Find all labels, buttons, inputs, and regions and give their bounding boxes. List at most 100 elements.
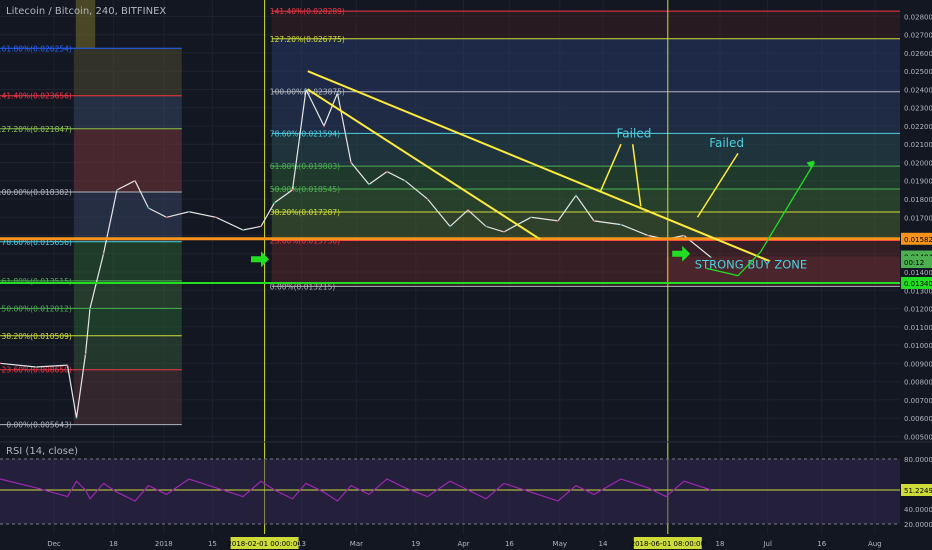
price-chart[interactable]: 161.80%(0.026254) 141.40%(0.023656) 127.20… [0,0,932,550]
price-point [116,189,118,191]
price-point [467,209,469,211]
price-point [305,88,307,91]
fib-band-left [73,95,182,129]
price-point [683,234,685,237]
fib-label-right: 78.60%(0.021594) [270,129,340,138]
time-label: Mar [350,540,363,548]
rsi-tick: 20.0000 [904,521,932,529]
fib-band-right [271,11,900,39]
price-badge-text: 0.015821 [904,236,932,244]
fib-label-right: 127.20%(0.026775) [270,35,345,44]
time-label: 15 [208,540,217,548]
fib-label-right: 50.00%(0.018545) [270,185,340,194]
chart-title: Litecoin / Bitcoin, 240, BITFINEX [6,6,167,17]
fib-label-left: 38.20%(0.010509) [2,332,72,341]
time-label: 18 [716,540,725,548]
price-tick: 0.017000 [904,214,932,222]
price-tick: 0.008000 [904,379,932,387]
price-tick: 0.024000 [904,86,932,94]
fib-band-left [73,280,182,309]
price-tick: 0.023000 [904,105,932,113]
fib-label-left: 0.00%(0.005643) [6,421,72,430]
fib-label-right: 141.40%(0.028289) [270,7,345,16]
price-tick: 0.006000 [904,415,932,423]
price-point [242,229,244,231]
price-point [273,201,276,204]
rsi-band [0,459,900,524]
price-tick: 0.012000 [904,306,932,314]
fib-band-left [73,369,182,425]
price-tick: 0.011000 [904,324,932,332]
time-label: 2018-02-01 00:00:00 [227,540,301,548]
price-point [503,231,505,233]
fib-label-right: 61.80%(0.019803) [270,162,340,171]
time-label: Jul [762,540,772,548]
fib-band-right [271,133,900,167]
price-point [188,210,190,213]
rsi-tick: 80.0000 [904,456,932,464]
rsi-value: 51.2249 [904,487,932,495]
price-point [89,307,91,310]
time-label: Dec [47,540,61,548]
time-label: 19 [411,540,420,548]
price-point [75,417,78,419]
price-point [368,183,370,186]
price-badge-text: 00:12 [904,259,924,267]
price-tick: 0.020000 [904,159,932,167]
failed-label: Failed [709,136,744,150]
fib-label-left: 50.00%(0.012012) [2,304,72,313]
price-tick: 0.026000 [904,50,932,58]
price-point [260,225,262,228]
price-badge-text: 0.013400 [904,280,932,288]
time-label: 2018-06-01 08:00:00 [631,540,705,548]
fib-label-right: 38.20%(0.017287) [270,208,340,217]
price-point [449,225,451,228]
price-tick: 0.009000 [904,360,932,368]
price-point [386,170,388,173]
price-point [291,189,294,191]
fib-band-left [73,48,182,96]
price-point [323,125,325,127]
time-label: 16 [817,540,826,548]
price-point [404,179,406,182]
time-label: 13 [297,540,306,548]
rsi-tick: 40.0000 [904,506,932,514]
price-tick: 0.010000 [904,342,932,350]
fib-label-left: 100.00%(0.018382) [0,188,72,197]
price-point [575,194,577,197]
price-point [593,220,595,222]
time-label: 14 [599,540,608,548]
price-tick: 0.025000 [904,68,932,76]
price-tick: 0.022000 [904,123,932,131]
price-point [426,198,429,200]
price-point [350,161,352,164]
failed-label: Failed [617,127,652,141]
price-point [165,216,168,219]
price-point [336,92,339,94]
price-tick: 0.019000 [904,178,932,186]
price-tick: 0.007000 [904,397,932,405]
fib-label-left: 127.20%(0.021847) [0,125,72,134]
price-tick: 0.027000 [904,32,932,40]
chart-window: 161.80%(0.026254) 141.40%(0.023656) 127.20… [0,0,932,550]
price-point [35,366,37,368]
fib-label-left: 141.40%(0.023656) [0,92,72,101]
fib-band-right [271,212,900,241]
price-point [557,220,559,222]
price-point [84,353,87,355]
price-point [647,234,649,237]
price-point [530,216,532,219]
price-tick: 0.021000 [904,141,932,149]
price-point [147,207,150,209]
time-label: 2018 [155,540,173,548]
price-tick: 0.028000 [904,13,932,21]
rsi-label: RSI (14, close) [6,446,79,457]
price-point [134,179,136,182]
price-point [620,223,622,226]
time-label: May [553,540,567,548]
fib-band-left [73,128,182,193]
price-tick: 0.005000 [904,433,932,441]
price-tick: 0.014000 [904,269,932,277]
time-label: Apr [457,540,469,548]
price-point [66,364,69,366]
